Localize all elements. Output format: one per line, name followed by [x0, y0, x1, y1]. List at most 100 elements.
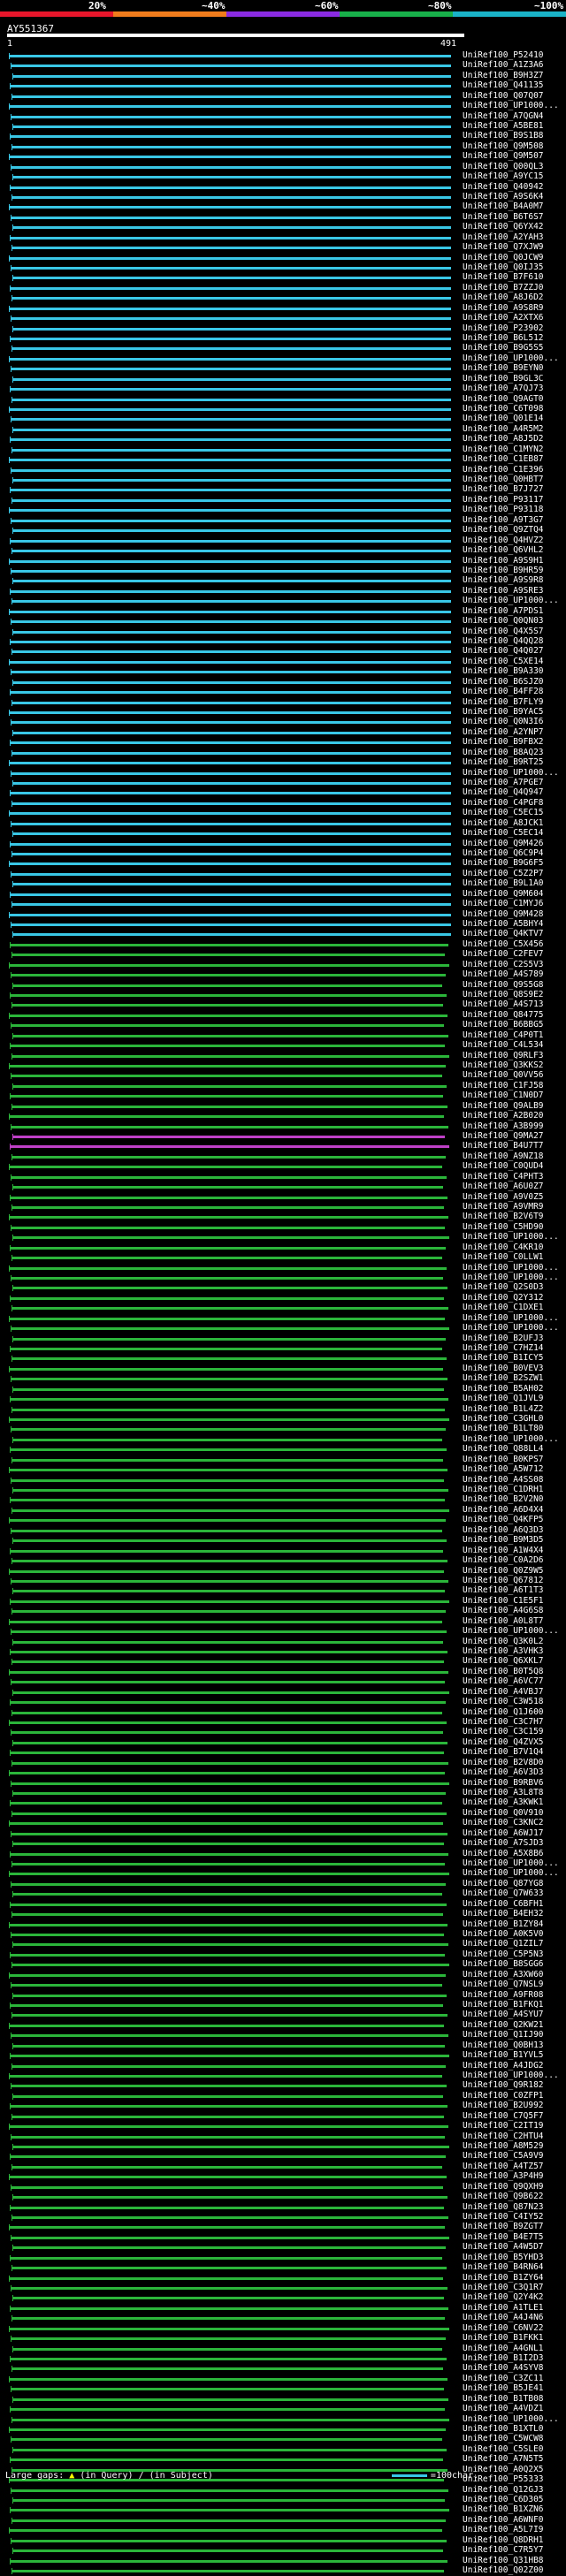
hit-label[interactable]: UniRef100_A4SYV8	[463, 2363, 544, 2374]
hit-row[interactable]: UniRef100_B5AH02	[0, 1384, 566, 1394]
hit-row[interactable]: UniRef100_C2HTU4	[0, 2131, 566, 2142]
hit-row[interactable]: UniRef100_A3L8T8	[0, 1788, 566, 1798]
hit-row[interactable]: UniRef100_A2YAH3	[0, 232, 566, 243]
hit-label[interactable]: UniRef100_Q7XJW9	[463, 242, 544, 253]
hit-row[interactable]: UniRef100_UP1000...	[0, 1263, 566, 1273]
hit-label[interactable]: UniRef100_Q4QQ28	[463, 636, 544, 647]
hit-row[interactable]: UniRef100_UP1000...	[0, 1273, 566, 1283]
hit-row[interactable]: UniRef100_A7PGE7	[0, 778, 566, 788]
hit-label[interactable]: UniRef100_B7FLY9	[463, 697, 544, 708]
hit-row[interactable]: UniRef100_B5YHD3	[0, 2253, 566, 2263]
hit-row[interactable]: UniRef100_Q0N3I6	[0, 717, 566, 727]
hit-label[interactable]: UniRef100_A5W712	[463, 1464, 544, 1475]
hit-row[interactable]: UniRef100_A4TZ57	[0, 2162, 566, 2172]
hit-label[interactable]: UniRef100_Q12GJ3	[463, 2485, 544, 2496]
hit-label[interactable]: UniRef100_Q9R182	[463, 2080, 544, 2091]
hit-row[interactable]: UniRef100_Q2Y312	[0, 1293, 566, 1303]
hit-row[interactable]: UniRef100_A8JCK1	[0, 818, 566, 829]
hit-label[interactable]: UniRef100_Q2S0D3	[463, 1282, 544, 1293]
hit-row[interactable]: UniRef100_Q6YX42	[0, 222, 566, 232]
hit-row[interactable]: UniRef100_C4L534	[0, 1040, 566, 1051]
hit-label[interactable]: UniRef100_A9SRE3	[463, 586, 544, 597]
hit-row[interactable]: UniRef100_B7J727	[0, 484, 566, 495]
hit-row[interactable]: UniRef100_B1LT80	[0, 1424, 566, 1434]
hit-label[interactable]: UniRef100_B2V6T9	[463, 1212, 544, 1222]
hit-row[interactable]: UniRef100_A7SJD3	[0, 1838, 566, 1849]
hit-row[interactable]: UniRef100_A2B020	[0, 1111, 566, 1121]
hit-row[interactable]: UniRef100_B4EH32	[0, 1909, 566, 1919]
hit-label[interactable]: UniRef100_Q4X5S7	[463, 627, 544, 637]
hit-row[interactable]: UniRef100_B7V1Q4	[0, 1747, 566, 1758]
hit-label[interactable]: UniRef100_A3KWK1	[463, 1797, 544, 1808]
hit-label[interactable]: UniRef100_B9H3Z7	[463, 71, 544, 81]
hit-row[interactable]: UniRef100_B1L4Z2	[0, 1404, 566, 1415]
hit-row[interactable]: UniRef100_A4R5M2	[0, 424, 566, 435]
hit-row[interactable]: UniRef100_Q7XJW9	[0, 242, 566, 253]
hit-label[interactable]: UniRef100_Q0HBT7	[463, 475, 544, 485]
hit-row[interactable]: UniRef100_C7HZ14	[0, 1343, 566, 1354]
hit-label[interactable]: UniRef100_A9S9R8	[463, 575, 544, 586]
hit-label[interactable]: UniRef100_A4SS08	[463, 1475, 544, 1486]
hit-row[interactable]: UniRef100_C6T098	[0, 404, 566, 414]
hit-row[interactable]: UniRef100_Q4KTV7	[0, 929, 566, 939]
hit-row[interactable]: UniRef100_B9EYN0	[0, 363, 566, 374]
hit-label[interactable]: UniRef100_A3L8T8	[463, 1788, 544, 1798]
hit-row[interactable]: UniRef100_UP1000...	[0, 768, 566, 779]
hit-label[interactable]: UniRef100_C1DXE1	[463, 1303, 544, 1313]
hit-label[interactable]: UniRef100_B5JE41	[463, 2383, 544, 2394]
hit-label[interactable]: UniRef100_Q3KKS2	[463, 1060, 544, 1071]
hit-label[interactable]: UniRef100_Q02Z00	[463, 2565, 544, 2576]
hit-row[interactable]: UniRef100_A6T1T3	[0, 1585, 566, 1596]
hit-row[interactable]: UniRef100_UP1000...	[0, 101, 566, 111]
hit-row[interactable]: UniRef100_Q9R182	[0, 2080, 566, 2091]
hit-row[interactable]: UniRef100_C5XE14	[0, 657, 566, 667]
hit-row[interactable]: UniRef100_A3P4H9	[0, 2171, 566, 2182]
hit-row[interactable]: UniRef100_A9S6K4	[0, 192, 566, 202]
hit-label[interactable]: UniRef100_A7QJ73	[463, 384, 544, 394]
hit-label[interactable]: UniRef100_Q9AGT0	[463, 394, 544, 405]
hit-row[interactable]: UniRef100_C3ZC11	[0, 2374, 566, 2384]
hit-label[interactable]: UniRef100_C5SLE0	[463, 2444, 544, 2455]
hit-label[interactable]: UniRef100_A1W4X4	[463, 1546, 544, 1556]
hit-label[interactable]: UniRef100_Q41135	[463, 80, 544, 91]
hit-label[interactable]: UniRef100_A5L7I9	[463, 2525, 544, 2535]
hit-row[interactable]: UniRef100_Q9S5G8	[0, 980, 566, 991]
hit-row[interactable]: UniRef100_UP1000...	[0, 1868, 566, 1879]
hit-row[interactable]: UniRef100_B5JE41	[0, 2383, 566, 2394]
hit-row[interactable]: UniRef100_B8AQ23	[0, 748, 566, 758]
hit-label[interactable]: UniRef100_C3ZC11	[463, 2374, 544, 2384]
hit-label[interactable]: UniRef100_B9RT25	[463, 757, 544, 768]
hit-label[interactable]: UniRef100_A2YNP7	[463, 727, 544, 738]
hit-label[interactable]: UniRef100_C2S5V3	[463, 960, 544, 970]
hit-label[interactable]: UniRef100_B9G6F5	[463, 858, 544, 869]
hit-row[interactable]: UniRef100_Q4Q027	[0, 646, 566, 657]
hit-row[interactable]: UniRef100_A5X8B6	[0, 1849, 566, 1859]
hit-label[interactable]: UniRef100_C5Z2P7	[463, 869, 544, 879]
hit-label[interactable]: UniRef100_B1FKK1	[463, 2333, 544, 2344]
hit-row[interactable]: UniRef100_Q2Y4K2	[0, 2292, 566, 2303]
hit-label[interactable]: UniRef100_A3B999	[463, 1121, 544, 1132]
hit-row[interactable]: UniRef100_Q7NSL9	[0, 1979, 566, 1990]
hit-row[interactable]: UniRef100_Q3KKS2	[0, 1060, 566, 1071]
hit-label[interactable]: UniRef100_UP1000...	[463, 1626, 559, 1637]
hit-label[interactable]: UniRef100_C0QUD4	[463, 1161, 544, 1172]
hit-row[interactable]: UniRef100_C1FJ58	[0, 1081, 566, 1091]
hit-row[interactable]: UniRef100_C0ZFP1	[0, 2091, 566, 2101]
hit-label[interactable]: UniRef100_B6BBG5	[463, 1020, 544, 1030]
hit-label[interactable]: UniRef100_A8J5D2	[463, 434, 544, 445]
hit-label[interactable]: UniRef100_UP1000...	[463, 1858, 559, 1869]
hit-label[interactable]: UniRef100_A6D4X4	[463, 1505, 544, 1516]
hit-label[interactable]: UniRef100_Q07Q07	[463, 91, 544, 102]
hit-row[interactable]: UniRef100_C4PHT3	[0, 1172, 566, 1182]
hit-label[interactable]: UniRef100_B0KPS7	[463, 1455, 544, 1465]
hit-row[interactable]: UniRef100_B9HR59	[0, 566, 566, 576]
hit-row[interactable]: UniRef100_A9S8R9	[0, 303, 566, 314]
hit-row[interactable]: UniRef100_B2UFJ3	[0, 1334, 566, 1344]
hit-label[interactable]: UniRef100_UP1000...	[463, 768, 559, 779]
hit-label[interactable]: UniRef100_Q9M507	[463, 151, 544, 162]
hit-label[interactable]: UniRef100_Q7W633	[463, 1888, 544, 1899]
hit-label[interactable]: UniRef100_C3KNC2	[463, 1818, 544, 1828]
hit-label[interactable]: UniRef100_C1N0D7	[463, 1090, 544, 1101]
hit-label[interactable]: UniRef100_C1EB87	[463, 454, 544, 465]
hit-row[interactable]: UniRef100_C3W518	[0, 1697, 566, 1707]
